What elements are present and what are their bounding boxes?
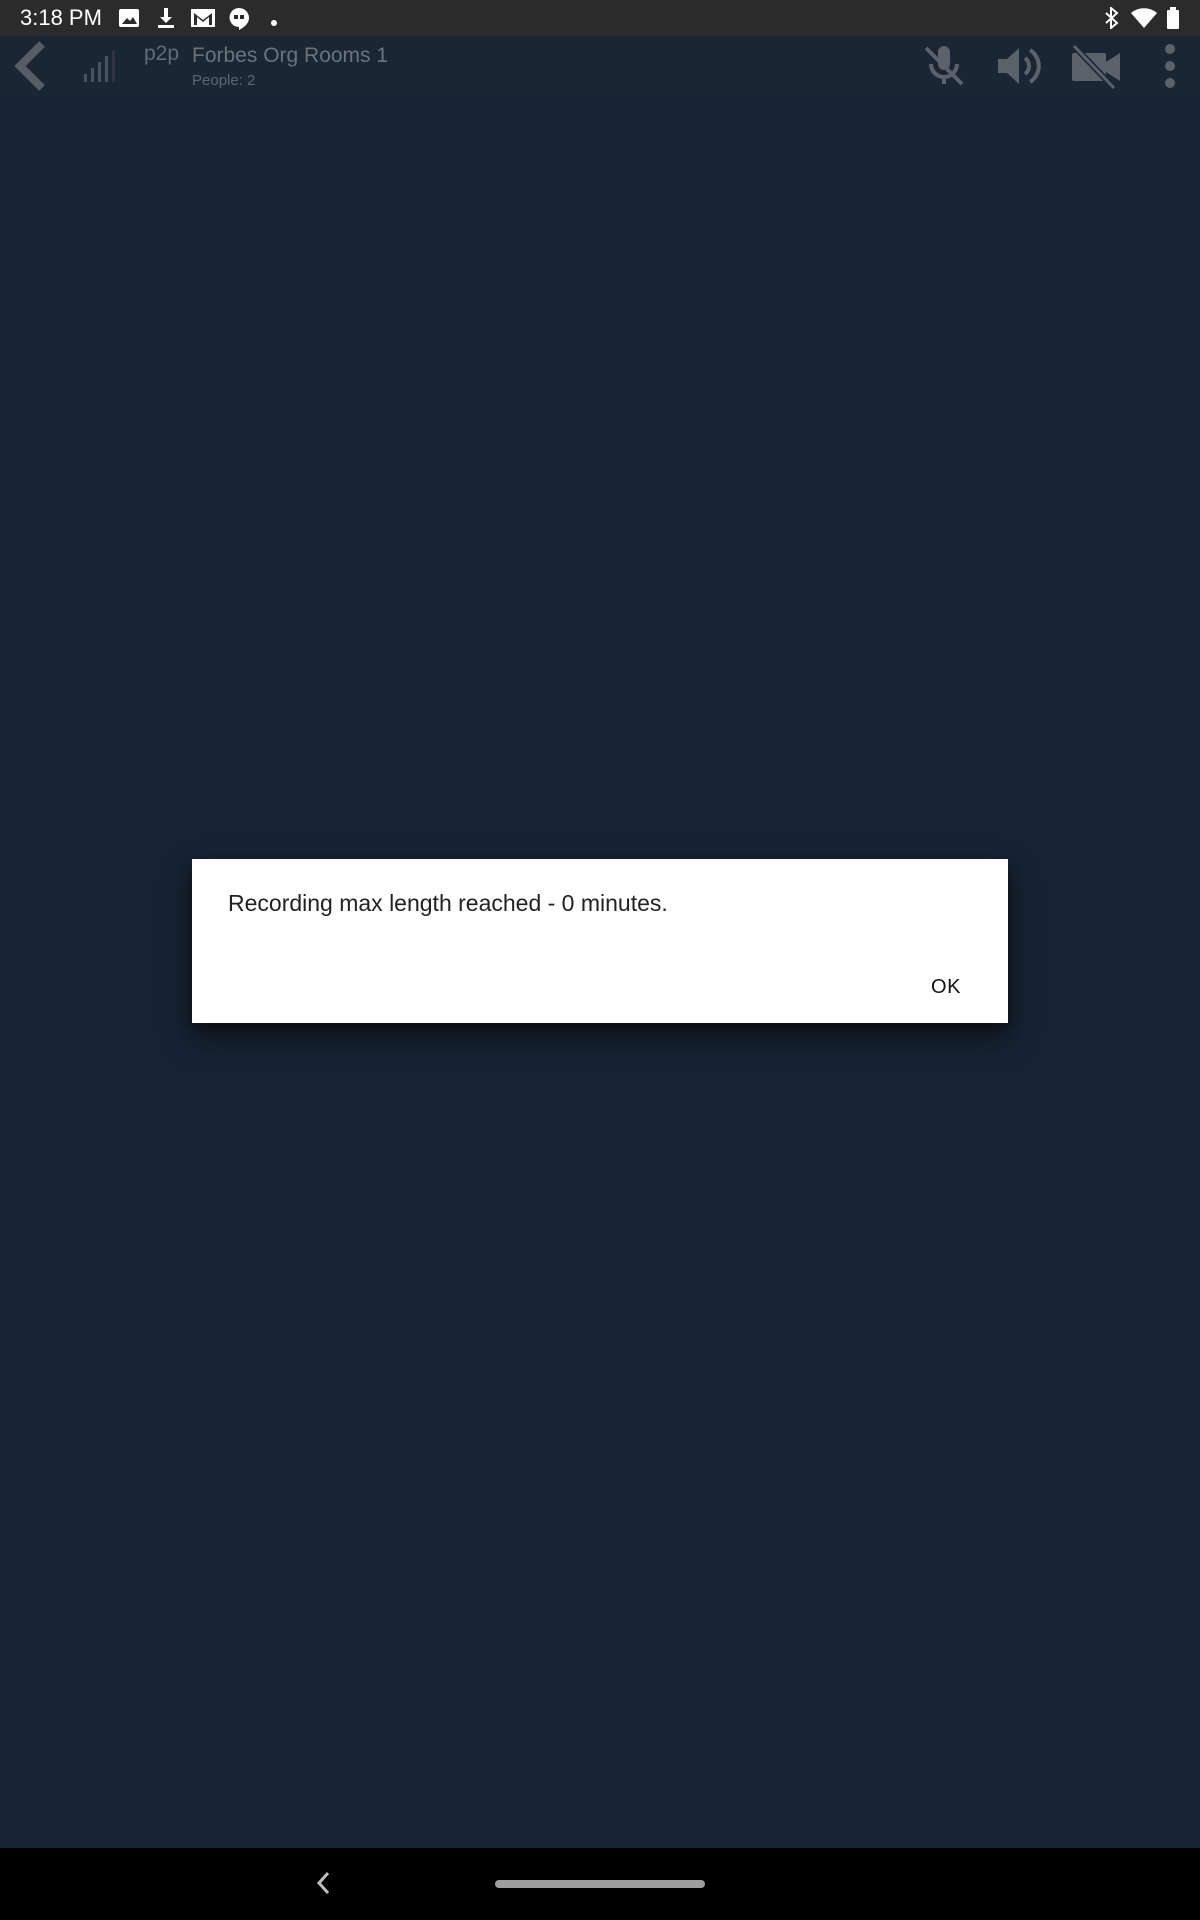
status-time: 3:18 PM [20, 5, 102, 30]
wifi-icon [1130, 7, 1158, 34]
nav-back-icon[interactable] [314, 1870, 334, 1901]
status-bar: 3:18 PM [0, 0, 1200, 36]
video-off-icon[interactable] [1070, 42, 1122, 95]
navigation-bar [0, 1848, 1200, 1920]
chevron-left-icon[interactable] [12, 40, 48, 97]
gmail-icon [190, 7, 216, 34]
battery-icon [1166, 7, 1180, 34]
more-vert-icon[interactable] [1160, 42, 1180, 95]
mic-off-icon[interactable] [920, 42, 968, 95]
room-title: Forbes Org Rooms 1 [192, 44, 389, 67]
alert-dialog: Recording max length reached - 0 minutes… [192, 859, 1008, 1023]
speaker-icon[interactable] [994, 42, 1046, 95]
hangouts-icon [228, 7, 250, 36]
ok-button[interactable]: OK [910, 963, 982, 1011]
signal-bars-icon [84, 48, 120, 89]
dialog-message: Recording max length reached - 0 minutes… [228, 890, 668, 916]
mode-label: p2p [144, 42, 180, 65]
download-icon [155, 7, 177, 34]
dot-icon [270, 14, 278, 32]
bluetooth-icon [1104, 5, 1120, 34]
home-pill-icon[interactable] [495, 1880, 705, 1888]
image-icon [118, 7, 140, 34]
people-count: People: 2 [192, 72, 256, 89]
